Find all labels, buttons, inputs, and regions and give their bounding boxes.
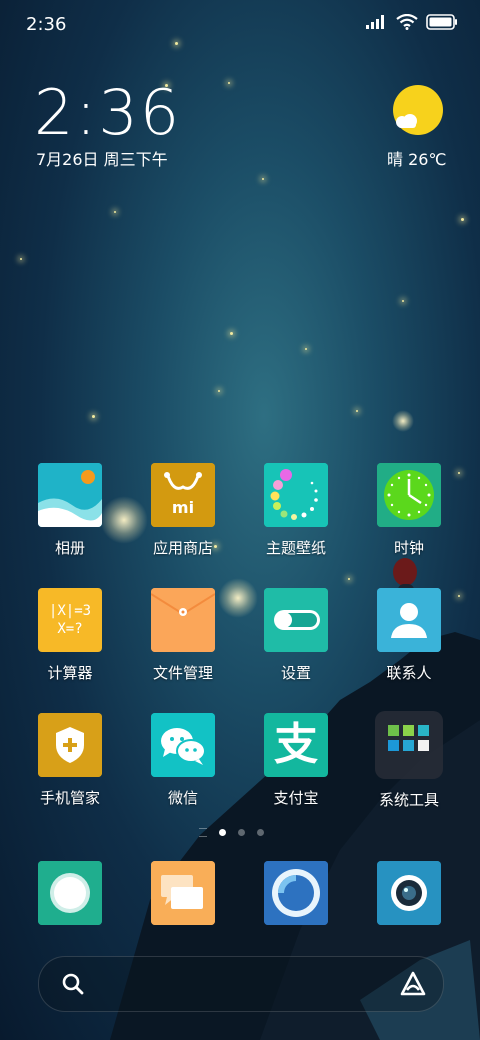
assistant-icon[interactable]: [399, 970, 427, 998]
svg-text:mi: mi: [172, 498, 194, 517]
file-manager-icon: [151, 588, 215, 652]
security-icon: [38, 713, 102, 777]
app-clock[interactable]: 时钟: [354, 463, 464, 558]
app-folder-system-tools[interactable]: 系统工具: [354, 711, 464, 810]
app-themes[interactable]: 主题壁纸: [241, 463, 351, 558]
search-icon: [62, 973, 84, 995]
page-menu-icon: [199, 828, 207, 837]
wechat-icon: [151, 713, 215, 777]
phone-icon: [38, 861, 102, 925]
dock-messages[interactable]: [151, 861, 215, 925]
battery-icon: [426, 14, 457, 30]
app-calculator[interactable]: |X|=3 X=? 计算器: [15, 588, 125, 683]
signal-icon: [366, 15, 384, 29]
weather-text[interactable]: 晴 26℃: [387, 146, 446, 170]
status-bar: 2:36: [0, 0, 480, 50]
gallery-icon: [38, 463, 102, 527]
app-store-icon: mi: [151, 463, 215, 527]
browser-icon: [264, 861, 328, 925]
home-date[interactable]: 7月26日 周三下午: [36, 146, 168, 170]
app-gallery[interactable]: 相册: [15, 463, 125, 558]
dock-phone[interactable]: [38, 861, 102, 925]
app-alipay[interactable]: 支 支付宝: [241, 713, 351, 808]
app-file-manager[interactable]: 文件管理: [128, 588, 238, 683]
clock-icon: [377, 463, 441, 527]
weather-sunny-icon[interactable]: [392, 84, 444, 136]
search-bar[interactable]: [38, 956, 444, 1012]
page-dot-active: [219, 829, 226, 836]
app-label: 计算器: [47, 664, 93, 682]
calculator-icon-line2: X=?: [57, 621, 83, 637]
app-label: 应用商店: [152, 539, 213, 557]
app-label: 文件管理: [152, 664, 213, 682]
wifi-icon: [396, 14, 418, 30]
folder-icon: [375, 711, 443, 779]
app-wechat[interactable]: 微信: [128, 713, 238, 808]
app-label: 设置: [280, 664, 311, 682]
app-label: 主题壁纸: [265, 539, 326, 557]
dock-browser[interactable]: [264, 861, 328, 925]
settings-icon: [264, 588, 328, 652]
calculator-icon-line1: |X|=3: [48, 603, 92, 619]
app-contacts[interactable]: 联系人: [354, 588, 464, 683]
alipay-icon: 支: [264, 713, 328, 777]
app-label: 微信: [167, 789, 198, 807]
page-indicator[interactable]: [199, 828, 264, 837]
app-settings[interactable]: 设置: [241, 588, 351, 683]
app-label: 时钟: [393, 539, 424, 557]
camera-icon: [377, 861, 441, 925]
app-security[interactable]: 手机管家: [15, 713, 125, 808]
app-label: 系统工具: [378, 791, 439, 809]
app-app-store[interactable]: mi 应用商店: [128, 463, 238, 558]
alipay-glyph: 支: [274, 719, 318, 770]
themes-icon: [264, 463, 328, 527]
app-label: 相册: [54, 539, 85, 557]
calculator-icon: |X|=3 X=?: [38, 588, 102, 652]
home-clock[interactable]: 2:36: [34, 76, 181, 149]
app-label: 联系人: [386, 664, 432, 682]
status-time: 2:36: [26, 14, 67, 35]
app-label: 支付宝: [273, 789, 319, 807]
dock-camera[interactable]: [377, 861, 441, 925]
page-dot: [238, 829, 245, 836]
messages-icon: [151, 861, 215, 925]
app-label: 手机管家: [39, 789, 100, 807]
page-dot: [257, 829, 264, 836]
contacts-icon: [377, 588, 441, 652]
